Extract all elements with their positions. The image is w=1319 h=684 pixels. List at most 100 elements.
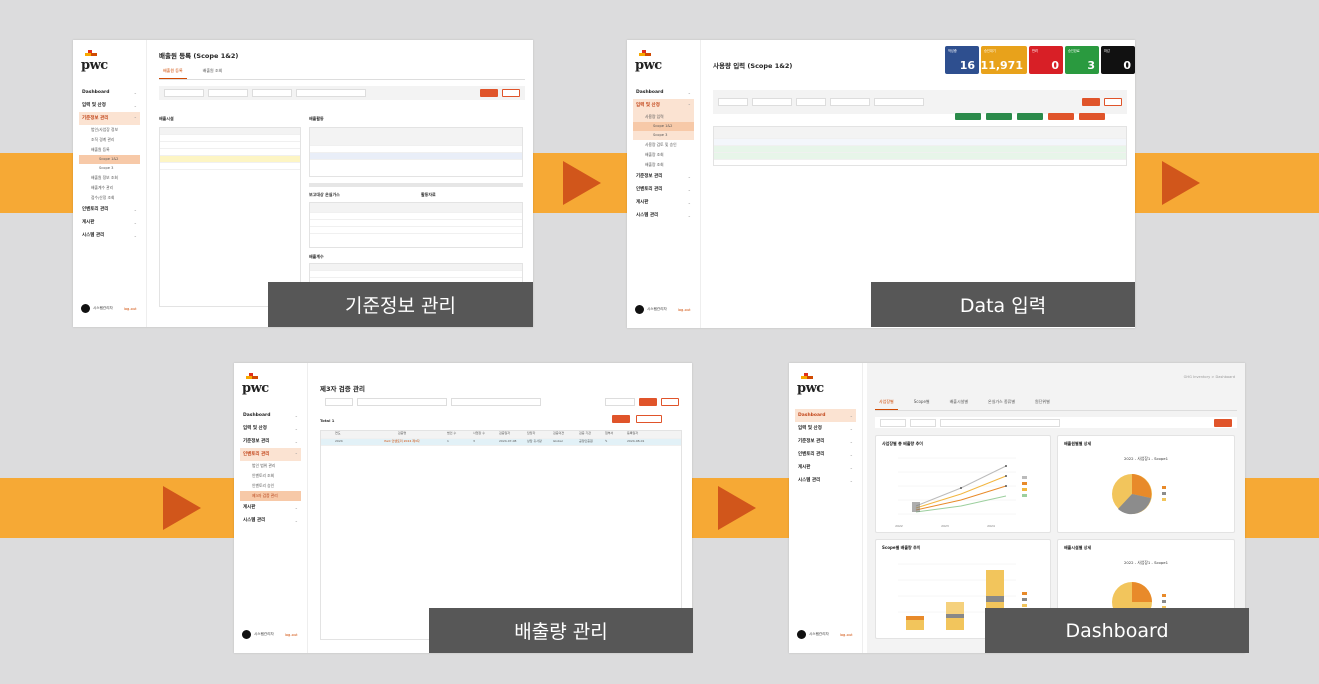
search-button[interactable]	[1082, 98, 1100, 106]
sub-item[interactable]: Scope 3	[633, 131, 694, 140]
filter-field[interactable]	[796, 98, 826, 106]
logout-link[interactable]: log-out	[678, 308, 691, 312]
filter-field[interactable]	[208, 89, 248, 97]
sub-item[interactable]: 배출량 조회	[633, 160, 694, 170]
filter-field[interactable]	[718, 98, 748, 106]
sub-item[interactable]: 인벤토리 조회	[240, 471, 301, 481]
status-tile-rejected[interactable]: 반려 0	[1029, 46, 1063, 74]
filter-field[interactable]	[164, 89, 204, 97]
nav-board[interactable]: 게시판 ⌄	[633, 196, 694, 209]
tab-register[interactable]: 배출원 등록	[159, 66, 187, 79]
sub-item[interactable]: 배출원 정보 조회	[79, 173, 140, 183]
sub-item-active[interactable]: Scope 1&2	[633, 122, 694, 131]
nav-input[interactable]: 입력 및 산정 ⌄	[240, 422, 301, 435]
delete-button[interactable]	[636, 415, 662, 423]
reset-button[interactable]	[1104, 98, 1122, 106]
sub-item[interactable]: 법인/사업장 정보	[79, 125, 140, 135]
status-tile-pending[interactable]: 승인대기 11,971	[981, 46, 1027, 74]
nav-system[interactable]: 시스템 관리 ⌄	[633, 209, 694, 222]
reset-button[interactable]	[661, 397, 679, 406]
search-button[interactable]	[639, 397, 657, 406]
tab-scope[interactable]: Scope별	[910, 397, 934, 410]
nav-inventory[interactable]: 인벤토리 관리 ⌃	[240, 448, 301, 461]
filter-field[interactable]	[874, 98, 924, 106]
table-row[interactable]: 2024 PwC 인벤토리 2024 제3자 1 3 2024-07-08 상담…	[321, 439, 681, 446]
logout-link[interactable]: log-out	[840, 633, 853, 637]
nav-input[interactable]: 입력 및 산정 ⌄	[79, 99, 140, 112]
action-button[interactable]	[955, 113, 981, 120]
sub-item-active[interactable]: Scope 1&2	[79, 155, 140, 164]
search-button[interactable]	[1214, 418, 1232, 427]
section-title: 활동자료	[421, 192, 436, 197]
filter-bar	[713, 90, 1127, 114]
sub-item[interactable]: 배출계수 관리	[79, 183, 140, 193]
nav-inventory[interactable]: 인벤토리 관리 ⌄	[633, 183, 694, 196]
section-title: 배출시설	[159, 116, 174, 121]
nav-board[interactable]: 게시판 ⌄	[79, 216, 140, 229]
sidebar: pwc Dashboard ⌄ 입력 및 산정 ⌃ 사용량 입력 Scope 1&2…	[627, 40, 701, 328]
activity-table	[309, 127, 523, 177]
filter-field[interactable]	[451, 397, 541, 406]
nav-dashboard[interactable]: Dashboard ⌄	[79, 86, 140, 99]
sub-item[interactable]: 사용량 입력	[633, 112, 694, 122]
nav-dashboard[interactable]: Dashboard ⌄	[795, 409, 856, 422]
tab-intensity[interactable]: 원단위별	[1031, 397, 1054, 410]
nav-system[interactable]: 시스템 관리 ⌄	[795, 474, 856, 487]
avatar	[635, 305, 644, 314]
nav-dashboard[interactable]: Dashboard ⌄	[240, 409, 301, 422]
filter-field[interactable]	[357, 397, 447, 406]
nav-input[interactable]: 입력 및 산정 ⌄	[795, 422, 856, 435]
nav-input[interactable]: 입력 및 산정 ⌃	[633, 99, 694, 112]
reset-button[interactable]	[502, 89, 520, 97]
action-button[interactable]	[1079, 113, 1105, 120]
nav-inventory[interactable]: 인벤토리 관리 ⌄	[795, 448, 856, 461]
nav-standard-info[interactable]: 기준정보 관리 ⌄	[795, 435, 856, 448]
sub-item[interactable]: 배출원 등록	[79, 145, 140, 155]
tab-gas[interactable]: 온실가스 종류별	[984, 397, 1019, 410]
action-button[interactable]	[986, 113, 1012, 120]
action-button[interactable]	[1017, 113, 1043, 120]
sub-item[interactable]: Scope 3	[79, 164, 140, 173]
status-tile-closed[interactable]: 마감 0	[1101, 46, 1135, 74]
add-button[interactable]	[612, 415, 630, 423]
nav-standard-info[interactable]: 기준정보 관리 ⌃	[79, 112, 140, 125]
sub-item-active[interactable]: 제3자 검증 관리	[240, 491, 301, 501]
filter-field[interactable]	[910, 418, 936, 427]
nav-system[interactable]: 시스템 관리 ⌄	[79, 229, 140, 242]
filter-field[interactable]	[325, 397, 353, 406]
logout-link[interactable]: log-out	[285, 633, 298, 637]
sub-item[interactable]: 법인 범위 관리	[240, 461, 301, 471]
sub-item[interactable]: 배출량 조회	[633, 150, 694, 160]
tab-facility[interactable]: 배출시설별	[946, 397, 972, 410]
nav-inventory[interactable]: 인벤토리 관리 ⌄	[79, 203, 140, 216]
status-tile-draft[interactable]: 작성중 16	[945, 46, 979, 74]
filter-field[interactable]	[940, 418, 1060, 427]
filter-field[interactable]	[605, 397, 635, 406]
sub-item[interactable]: 인벤토리 승인	[240, 481, 301, 491]
attachment-icon[interactable]: ✎	[605, 439, 627, 445]
sub-item[interactable]: 접수/산정 조회	[79, 193, 140, 203]
tab-site[interactable]: 사업장별	[875, 397, 898, 410]
cell-link[interactable]: PwC 인벤토리 2024 제3자	[357, 439, 447, 445]
nav-standard-info[interactable]: 기준정보 관리 ⌄	[633, 170, 694, 183]
tab-search[interactable]: 배출원 조회	[199, 66, 227, 79]
flow-arrow-1	[563, 161, 601, 205]
filter-field[interactable]	[296, 89, 366, 97]
caption-dashboard: Dashboard	[985, 608, 1249, 653]
sub-item[interactable]: 사용량 검토 및 승인	[633, 140, 694, 150]
nav-board[interactable]: 게시판 ⌄	[795, 461, 856, 474]
action-button[interactable]	[1048, 113, 1074, 120]
scrollbar[interactable]	[309, 183, 523, 187]
filter-field[interactable]	[752, 98, 792, 106]
search-button[interactable]	[480, 89, 498, 97]
filter-field[interactable]	[252, 89, 292, 97]
filter-field[interactable]	[880, 418, 906, 427]
sub-item[interactable]: 조직 경계 관리	[79, 135, 140, 145]
nav-dashboard[interactable]: Dashboard ⌄	[633, 86, 694, 99]
nav-board[interactable]: 게시판 ⌄	[240, 501, 301, 514]
logout-link[interactable]: log-out	[124, 307, 137, 311]
status-tile-approved[interactable]: 승인완료 3	[1065, 46, 1099, 74]
filter-field[interactable]	[830, 98, 870, 106]
nav-system[interactable]: 시스템 관리 ⌄	[240, 514, 301, 527]
nav-standard-info[interactable]: 기준정보 관리 ⌄	[240, 435, 301, 448]
